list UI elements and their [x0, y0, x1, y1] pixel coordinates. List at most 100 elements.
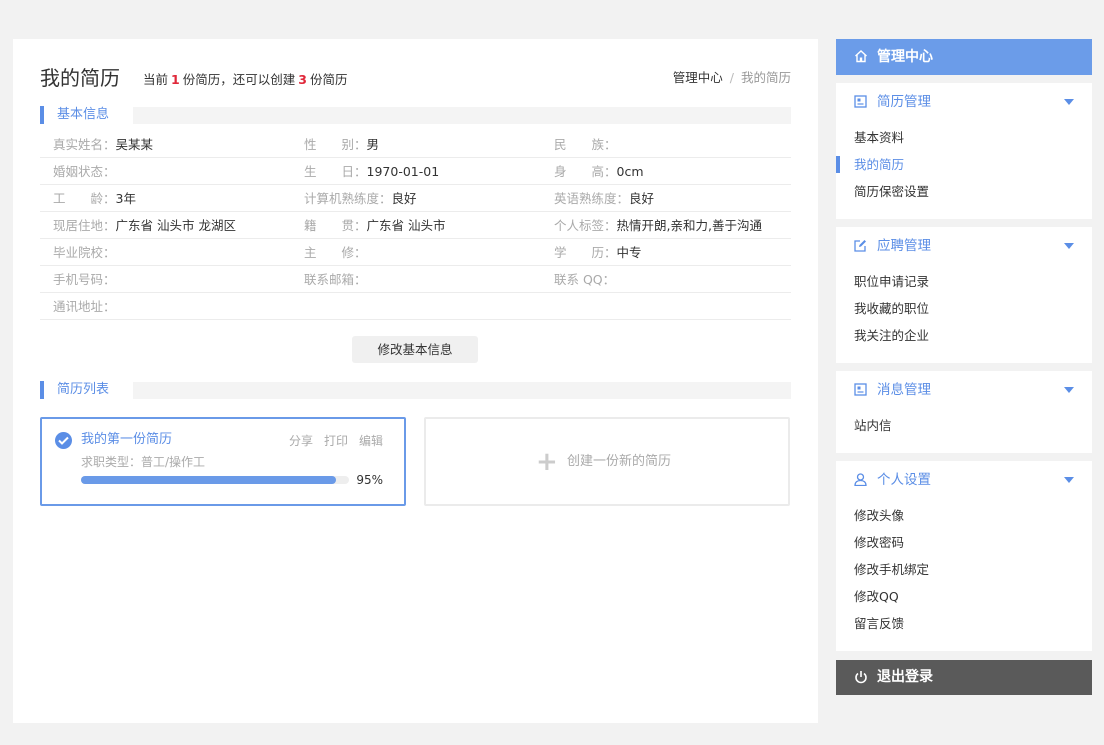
info-field: 个人标签：热情开朗,亲和力,善于沟通 [554, 212, 762, 239]
print-button[interactable]: 打印 [324, 434, 348, 448]
main-panel: 我的简历 当前 1 份简历，还可以创建 3 份简历 管理中心 / 我的简历 基本信息 真实姓… [13, 39, 818, 723]
chevron-down-icon[interactable] [1064, 99, 1074, 105]
section-marker [40, 381, 44, 399]
info-field: 联系邮箱： [304, 266, 367, 293]
info-field: 籍 贯：广东省 汕头市 [304, 212, 446, 239]
field-value: 男 [366, 137, 380, 152]
page-title: 我的简历 [40, 66, 120, 90]
group-header[interactable]: 简历管理 [836, 83, 1092, 121]
field-value: 良好 [629, 191, 655, 206]
logout-button[interactable]: 退出登录 [836, 660, 1092, 695]
section-marker [40, 106, 44, 124]
field-label: 联系邮箱： [304, 272, 367, 287]
check-icon [55, 432, 72, 449]
apply-icon [854, 240, 866, 252]
sidebar-item-my-resume[interactable]: 我的简历 [836, 151, 1092, 178]
share-button[interactable]: 分享 [289, 434, 313, 448]
field-label: 英语熟练度： [554, 191, 630, 206]
field-value: 0cm [616, 164, 644, 179]
plus-icon: + [536, 447, 558, 477]
field-label: 工 龄： [53, 191, 116, 206]
info-field: 学 历：中专 [554, 239, 642, 266]
info-row: 通讯地址： [40, 293, 791, 320]
sidebar-group-resume: 简历管理 基本资料 我的简历 简历保密设置 [836, 83, 1092, 219]
sidebar-item-change-phone[interactable]: 修改手机绑定 [836, 556, 1092, 583]
title-row: 我的简历 当前 1 份简历，还可以创建 3 份简历 管理中心 / 我的简历 [40, 65, 791, 93]
info-row: 真实姓名：吴某某 性 别：男 民 族： [40, 131, 791, 158]
field-label: 真实姓名： [53, 137, 116, 152]
info-field: 工 龄：3年 [53, 185, 136, 212]
logout-label: 退出登录 [877, 669, 933, 685]
create-resume-label: 创建一份新的简历 [567, 454, 672, 469]
info-row: 现居住地：广东省 汕头市 龙湖区 籍 贯：广东省 汕头市 个人标签：热情开朗,亲和力… [40, 212, 791, 239]
job-type-text: 求职类型：普工/操作工 [81, 455, 206, 469]
sidebar-item-basic-profile[interactable]: 基本资料 [836, 124, 1092, 151]
power-icon [855, 671, 867, 684]
resume-actions: 分享 打印 编辑 [278, 433, 383, 449]
sidebar-item-change-qq[interactable]: 修改QQ [836, 583, 1092, 610]
resume-card[interactable]: 我的第一份简历 分享 打印 编辑 求职类型：普工/操作工 95% [40, 417, 406, 506]
group-header[interactable]: 消息管理 [836, 371, 1092, 409]
field-value: 广东省 汕头市 龙湖区 [115, 218, 236, 233]
field-label: 个人标签： [554, 218, 617, 233]
info-field: 婚姻状态： [53, 158, 116, 185]
sidebar-item-resume-privacy[interactable]: 简历保密设置 [836, 178, 1092, 205]
edit-button[interactable]: 编辑 [359, 434, 383, 448]
resume-list-section-header: 简历列表 [40, 381, 791, 399]
field-label: 生 日： [304, 164, 367, 179]
create-resume-card[interactable]: + 创建一份新的简历 [424, 417, 790, 506]
progress-fill [81, 476, 336, 484]
user-icon [854, 473, 867, 486]
chevron-down-icon[interactable] [1064, 477, 1074, 483]
field-label: 手机号码： [53, 272, 116, 287]
breadcrumb-home[interactable]: 管理中心 [673, 70, 723, 85]
sidebar-item-inbox[interactable]: 站内信 [836, 412, 1092, 439]
field-value: 3年 [115, 191, 136, 206]
sidebar-item-change-avatar[interactable]: 修改头像 [836, 502, 1092, 529]
chevron-down-icon[interactable] [1064, 387, 1074, 393]
group-header[interactable]: 应聘管理 [836, 227, 1092, 265]
sidebar-item-feedback[interactable]: 留言反馈 [836, 610, 1092, 637]
info-field: 主 修： [304, 239, 367, 266]
info-row: 工 龄：3年 计算机熟练度：良好 英语熟练度：良好 [40, 185, 791, 212]
remaining-count: 3 [298, 72, 307, 87]
info-field: 通讯地址： [53, 293, 116, 320]
sidebar-header[interactable]: 管理中心 [836, 39, 1092, 75]
home-icon [855, 50, 867, 63]
field-label: 联系 QQ： [554, 272, 616, 287]
info-field: 现居住地：广东省 汕头市 龙湖区 [53, 212, 236, 239]
group-title: 简历管理 [877, 94, 931, 110]
field-label: 籍 贯： [304, 218, 367, 233]
edit-basic-info-button[interactable]: 修改基本信息 [352, 336, 478, 363]
group-title: 应聘管理 [877, 238, 931, 254]
breadcrumb: 管理中心 / 我的简历 [673, 70, 791, 86]
chevron-down-icon[interactable] [1064, 243, 1074, 249]
breadcrumb-current: 我的简历 [740, 70, 791, 85]
sidebar-item-change-password[interactable]: 修改密码 [836, 529, 1092, 556]
message-icon [854, 383, 867, 396]
group-header[interactable]: 个人设置 [836, 461, 1092, 499]
sidebar-group-messages: 消息管理 站内信 [836, 371, 1092, 453]
field-label: 毕业院校： [53, 245, 116, 260]
info-field: 民 族： [554, 131, 617, 158]
info-field: 英语熟练度：良好 [554, 185, 654, 212]
field-label: 现居住地： [53, 218, 116, 233]
sidebar-item-followed-companies[interactable]: 我关注的企业 [836, 322, 1092, 349]
sidebar-header-title: 管理中心 [877, 49, 933, 65]
sidebar-group-application: 应聘管理 职位申请记录 我收藏的职位 我关注的企业 [836, 227, 1092, 363]
info-row: 毕业院校： 主 修： 学 历：中专 [40, 239, 791, 266]
info-field: 真实姓名：吴某某 [53, 131, 153, 158]
basic-info-section-header: 基本信息 [40, 106, 791, 124]
field-label: 学 历： [554, 245, 617, 260]
info-field: 联系 QQ： [554, 266, 615, 293]
resume-count-info: 当前 1 份简历，还可以创建 3 份简历 [143, 72, 348, 87]
field-value: 广东省 汕头市 [366, 218, 446, 233]
field-label: 民 族： [554, 137, 617, 152]
resume-name-link[interactable]: 我的第一份简历 [81, 432, 172, 448]
sidebar-item-favorite-jobs[interactable]: 我收藏的职位 [836, 295, 1092, 322]
sidebar-item-application-records[interactable]: 职位申请记录 [836, 268, 1092, 295]
completion-progress-bar [81, 476, 349, 484]
resume-icon [854, 95, 867, 108]
field-value: 热情开朗,亲和力,善于沟通 [616, 218, 762, 233]
group-title: 消息管理 [877, 382, 931, 398]
